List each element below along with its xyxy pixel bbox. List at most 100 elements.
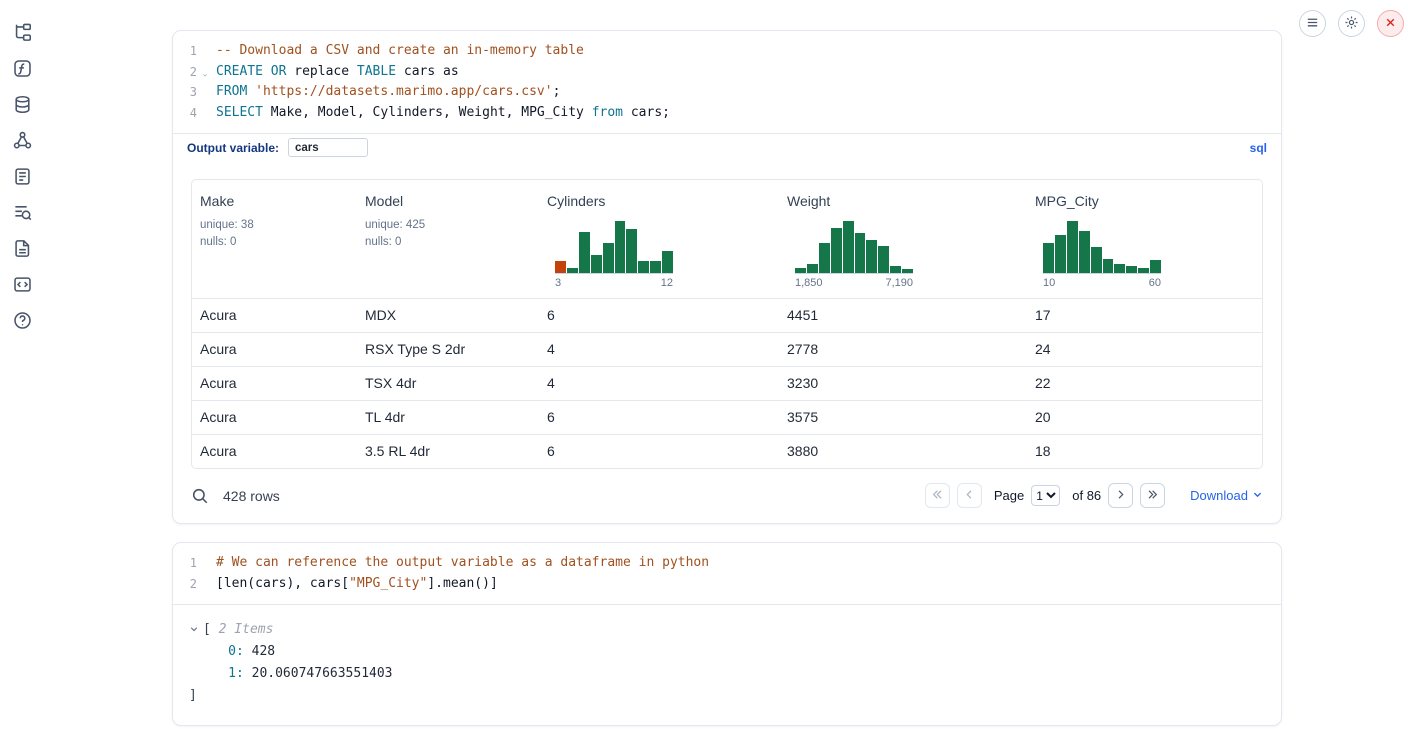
help-icon[interactable] xyxy=(13,311,32,330)
documentation-icon[interactable] xyxy=(13,239,32,258)
table-row[interactable]: AcuraTSX 4dr4323022 xyxy=(192,366,1262,400)
function-icon[interactable] xyxy=(13,59,32,78)
prev-page-button[interactable] xyxy=(957,483,982,508)
dependency-graph-icon[interactable] xyxy=(13,131,32,150)
chevron-left-icon xyxy=(963,488,976,504)
line-number: 2 xyxy=(173,574,197,595)
code-line: 2›CREATE OR replace TABLE cars as xyxy=(173,62,1281,83)
column-header[interactable]: MPG_City 1060 xyxy=(1027,180,1262,298)
page-label: Page xyxy=(994,488,1024,503)
table-cell: 17 xyxy=(1027,299,1262,332)
table-row[interactable]: AcuraRSX Type S 2dr4277824 xyxy=(192,332,1262,366)
table-cell: 4451 xyxy=(779,299,1027,332)
python-cell: 1# We can reference the output variable … xyxy=(172,542,1282,726)
chevrons-left-icon xyxy=(931,488,944,504)
column-header[interactable]: Model unique: 425 nulls: 0 xyxy=(357,180,539,298)
output-variable-strip: Output variable: sql xyxy=(173,133,1281,161)
table-header-row: Make unique: 38 nulls: 0 Model unique: 425 nu… xyxy=(192,180,1262,298)
table-cell: 3230 xyxy=(779,367,1027,400)
menu-icon xyxy=(1305,15,1320,33)
table-row[interactable]: Acura3.5 RL 4dr6388018 xyxy=(192,434,1262,468)
search-icon[interactable] xyxy=(191,487,209,505)
python-output-tree: [ 2 Items 0: 428 1: 20.060747663551403] xyxy=(173,604,1281,725)
table-cell: Acura xyxy=(192,435,357,468)
settings-icon xyxy=(1344,15,1359,33)
page-select[interactable]: 1 xyxy=(1031,485,1060,506)
notebook: 1-- Download a CSV and create an in-memo… xyxy=(172,30,1282,726)
chevron-down-icon xyxy=(1252,488,1263,503)
pagination: Page 1 of 86 Download xyxy=(925,483,1263,508)
column-stat: unique: 38 xyxy=(200,218,349,232)
python-editor[interactable]: 1# We can reference the output variable … xyxy=(173,543,1281,604)
table-cell: 6 xyxy=(539,435,779,468)
column-name: Cylinders xyxy=(547,192,771,210)
line-number: 1 xyxy=(173,553,197,574)
table-row[interactable]: AcuraMDX6445117 xyxy=(192,298,1262,332)
first-page-button[interactable] xyxy=(925,483,950,508)
column-stat: unique: 425 xyxy=(365,218,531,232)
table-cell: Acura xyxy=(192,401,357,434)
column-header[interactable]: Make unique: 38 nulls: 0 xyxy=(192,180,357,298)
scratchpad-icon[interactable] xyxy=(13,167,32,186)
table-cell: 20 xyxy=(1027,401,1262,434)
code-line: 4SELECT Make, Model, Cylinders, Weight, … xyxy=(173,103,1281,124)
close-button[interactable] xyxy=(1377,10,1404,37)
table-cell: 3.5 RL 4dr xyxy=(357,435,539,468)
column-header[interactable]: Cylinders 312 xyxy=(539,180,779,298)
output-tree-line: ] xyxy=(189,685,1265,707)
left-sidebar xyxy=(0,0,44,330)
topbar xyxy=(1299,10,1404,37)
table-cell: 3880 xyxy=(779,435,1027,468)
output-tree-line: [ 2 Items xyxy=(189,619,1265,641)
code-line: 2[len(cars), cars["MPG_City"].mean()] xyxy=(173,574,1281,595)
next-page-button[interactable] xyxy=(1108,483,1133,508)
table-cell: 4 xyxy=(539,333,779,366)
table-cell: 6 xyxy=(539,299,779,332)
output-variable-label: Output variable: xyxy=(187,141,279,155)
chevrons-right-icon xyxy=(1146,488,1159,504)
table-cell: 3575 xyxy=(779,401,1027,434)
download-button[interactable]: Download xyxy=(1190,488,1263,503)
table-cell: 4 xyxy=(539,367,779,400)
data-table: Make unique: 38 nulls: 0 Model unique: 425 nu… xyxy=(191,179,1263,469)
table-cell: RSX Type S 2dr xyxy=(357,333,539,366)
table-cell: TL 4dr xyxy=(357,401,539,434)
table-cell: Acura xyxy=(192,299,357,332)
table-cell: 6 xyxy=(539,401,779,434)
column-name: Make xyxy=(200,192,349,210)
code-line: 1-- Download a CSV and create an in-memo… xyxy=(173,41,1281,62)
table-cell: Acura xyxy=(192,367,357,400)
download-label: Download xyxy=(1190,488,1248,503)
column-stat: nulls: 0 xyxy=(200,235,349,249)
code-line: 1# We can reference the output variable … xyxy=(173,553,1281,574)
close-icon xyxy=(1383,15,1398,33)
menu-button[interactable] xyxy=(1299,10,1326,37)
column-histogram: 312 xyxy=(555,218,673,289)
sql-cell: 1-- Download a CSV and create an in-memo… xyxy=(172,30,1282,524)
sql-editor[interactable]: 1-- Download a CSV and create an in-memo… xyxy=(173,31,1281,133)
column-header[interactable]: Weight1,8507,190 xyxy=(779,180,1027,298)
file-tree-icon[interactable] xyxy=(13,23,32,42)
column-name: MPG_City xyxy=(1035,192,1254,210)
column-histogram: 1060 xyxy=(1043,218,1161,289)
code-line: 3FROM 'https://datasets.marimo.app/cars.… xyxy=(173,82,1281,103)
table-cell: 24 xyxy=(1027,333,1262,366)
output-tree-line: 0: 428 xyxy=(189,641,1265,663)
snippets-icon[interactable] xyxy=(13,275,32,294)
column-name: Weight xyxy=(787,192,1019,210)
output-variable-input[interactable] xyxy=(288,138,368,157)
table-body: AcuraMDX6445117AcuraRSX Type S 2dr427782… xyxy=(192,298,1262,468)
last-page-button[interactable] xyxy=(1140,483,1165,508)
chevron-down-icon[interactable] xyxy=(189,619,203,641)
column-stat: nulls: 0 xyxy=(365,235,531,249)
database-icon[interactable] xyxy=(13,95,32,114)
language-badge: sql xyxy=(1250,141,1267,155)
settings-button[interactable] xyxy=(1338,10,1365,37)
chevron-right-icon xyxy=(1114,488,1127,504)
column-name: Model xyxy=(365,192,531,210)
fold-chevron-icon[interactable]: › xyxy=(193,69,214,81)
table-row[interactable]: AcuraTL 4dr6357520 xyxy=(192,400,1262,434)
output-tree-line: 1: 20.060747663551403 xyxy=(189,663,1265,685)
logs-icon[interactable] xyxy=(13,203,32,222)
table-cell: Acura xyxy=(192,333,357,366)
